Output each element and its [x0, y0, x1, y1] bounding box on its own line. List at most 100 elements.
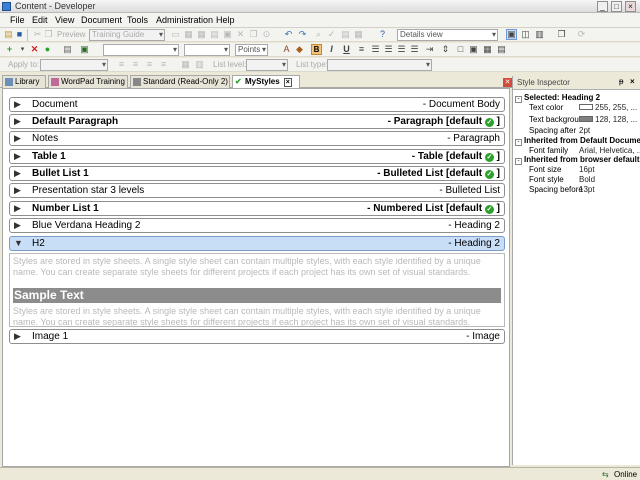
style-row-image-1[interactable]: ▶ Image 1 - Image: [9, 329, 505, 344]
window-icon[interactable]: ❐: [556, 29, 567, 40]
close-tab-icon[interactable]: ×: [283, 78, 292, 87]
preview-button[interactable]: Preview: [57, 30, 85, 39]
collapse-icon[interactable]: -: [515, 96, 522, 103]
layout-split-icon[interactable]: ◫: [520, 29, 531, 40]
text-color-icon[interactable]: A: [281, 44, 292, 55]
section-inherited-default[interactable]: - Inherited from Default Documen: [515, 136, 640, 146]
list-bullets-icon[interactable]: ≡: [116, 59, 127, 70]
paste-icon[interactable]: ▤: [209, 29, 220, 40]
duplicate-icon[interactable]: ❐: [248, 29, 259, 40]
list-numbers-icon[interactable]: ≡: [130, 59, 141, 70]
triangle-right-icon[interactable]: ▶: [14, 203, 21, 214]
style-row[interactable]: ▶ Notes - Paragraph: [9, 131, 505, 146]
format-icon[interactable]: ▤: [340, 29, 351, 40]
triangle-right-icon[interactable]: ▶: [14, 99, 21, 110]
triangle-down-icon[interactable]: ▼: [14, 238, 23, 248]
style-row[interactable]: ▶ Default Paragraph - Paragraph [default ✓…: [9, 114, 505, 129]
link-icon[interactable]: ⊙: [261, 29, 272, 40]
outdent-icon[interactable]: ≡: [144, 59, 155, 70]
properties-icon[interactable]: ▦: [353, 29, 364, 40]
accept-icon[interactable]: ●: [42, 44, 53, 55]
help-icon[interactable]: ?: [377, 29, 388, 40]
style-row[interactable]: ▶ Number List 1 - Numbered List [default ✓…: [9, 201, 505, 216]
shading-icon[interactable]: ▦: [482, 44, 493, 55]
grid-icon[interactable]: ▦: [180, 59, 191, 70]
columns-icon[interactable]: ▥: [194, 59, 205, 70]
underline-button[interactable]: U: [341, 44, 352, 55]
prop-value[interactable]: Arial, Helvetica, ...: [579, 146, 640, 155]
menu-file[interactable]: File: [10, 15, 25, 25]
clipboard-icon[interactable]: ▣: [222, 29, 233, 40]
border-all-icon[interactable]: ▣: [468, 44, 479, 55]
fill-color-icon[interactable]: ◆: [294, 44, 305, 55]
font-select[interactable]: [184, 44, 230, 56]
bold-button[interactable]: B: [311, 44, 322, 55]
list-level-select[interactable]: [246, 59, 288, 71]
justify-icon[interactable]: ☰: [409, 44, 420, 55]
menu-edit[interactable]: Edit: [32, 15, 48, 25]
collapse-icon[interactable]: -: [515, 158, 522, 165]
add-icon[interactable]: +: [4, 44, 15, 55]
style-icon[interactable]: ▤: [496, 44, 507, 55]
triangle-right-icon[interactable]: ▶: [14, 168, 21, 179]
minimize-button[interactable]: _: [597, 1, 608, 12]
triangle-right-icon[interactable]: ▶: [14, 116, 21, 127]
menu-view[interactable]: View: [55, 15, 74, 25]
indent-icon[interactable]: ⇥: [424, 44, 435, 55]
triangle-right-icon[interactable]: ▶: [14, 133, 21, 144]
new-icon[interactable]: ▤: [3, 29, 14, 40]
prop-value[interactable]: Bold: [579, 175, 595, 184]
layout-single-icon[interactable]: ▣: [506, 29, 517, 40]
pin-icon[interactable]: ᵽ: [619, 77, 623, 86]
spacing-icon[interactable]: ⇕: [440, 44, 451, 55]
layout-panel-icon[interactable]: ▥: [534, 29, 545, 40]
indent-more-icon[interactable]: ≡: [158, 59, 169, 70]
close-window-button[interactable]: ×: [625, 1, 636, 12]
apply-to-select[interactable]: [40, 59, 108, 71]
tab-library[interactable]: Library: [2, 75, 46, 88]
find-icon[interactable]: ⌕: [313, 29, 324, 40]
prop-value[interactable]: 2pt: [579, 126, 590, 135]
triangle-right-icon[interactable]: ▶: [14, 185, 21, 196]
triangle-right-icon[interactable]: ▶: [14, 331, 21, 342]
spell-icon[interactable]: ✓: [326, 29, 337, 40]
style-row[interactable]: ▶ Bullet List 1 - Bulleted List [default ✓…: [9, 166, 505, 181]
guide-select[interactable]: Training Guide: [89, 29, 165, 41]
close-panel-icon[interactable]: ✕: [503, 78, 512, 87]
align-right-icon[interactable]: ☰: [396, 44, 407, 55]
copy-icon[interactable]: ❐: [43, 29, 54, 40]
border-icon[interactable]: □: [455, 44, 466, 55]
table-icon[interactable]: ▦: [196, 29, 207, 40]
close-icon[interactable]: ×: [630, 77, 635, 86]
prop-value[interactable]: 255, 255, ...: [579, 103, 637, 112]
list-type-select[interactable]: [327, 59, 432, 71]
insert-icon[interactable]: ▦: [183, 29, 194, 40]
tab-standard[interactable]: Standard (Read-Only 2): [130, 75, 230, 88]
align-center-icon[interactable]: ☰: [383, 44, 394, 55]
remove-icon[interactable]: ✕: [29, 44, 40, 55]
prop-value[interactable]: 13pt: [579, 185, 595, 194]
prop-value[interactable]: 128, 128, ...: [579, 115, 637, 124]
style-row[interactable]: ▶ Document - Document Body: [9, 97, 505, 112]
align-left-icon[interactable]: ☰: [370, 44, 381, 55]
strikethrough-icon[interactable]: ≡: [356, 44, 367, 55]
undo-icon[interactable]: ↶: [283, 29, 294, 40]
menu-tools[interactable]: Tools: [127, 15, 148, 25]
italic-button[interactable]: I: [326, 44, 337, 55]
style-select[interactable]: [103, 44, 179, 56]
triangle-right-icon[interactable]: ▶: [14, 220, 21, 231]
dropdown-arrow-icon[interactable]: ▾: [17, 44, 28, 55]
menu-administration[interactable]: Administration: [156, 15, 213, 25]
view-select[interactable]: Details view: [397, 29, 498, 41]
prop-value[interactable]: 16pt: [579, 165, 595, 174]
style-row[interactable]: ▶ Table 1 - Table [default ✓ ]: [9, 149, 505, 164]
style-row[interactable]: ▶ Blue Verdana Heading 2 - Heading 2: [9, 218, 505, 233]
delete-icon[interactable]: ✕: [235, 29, 246, 40]
triangle-right-icon[interactable]: ▶: [14, 151, 21, 162]
section-selected[interactable]: - Selected: Heading 2: [515, 93, 600, 103]
cut-icon[interactable]: ✂: [32, 29, 43, 40]
save-icon[interactable]: ■: [14, 29, 25, 40]
points-select[interactable]: Points: [235, 44, 268, 56]
refresh-icon[interactable]: ⟳: [576, 29, 587, 40]
style-row[interactable]: ▶ Presentation star 3 levels - Bulleted Li…: [9, 183, 505, 198]
